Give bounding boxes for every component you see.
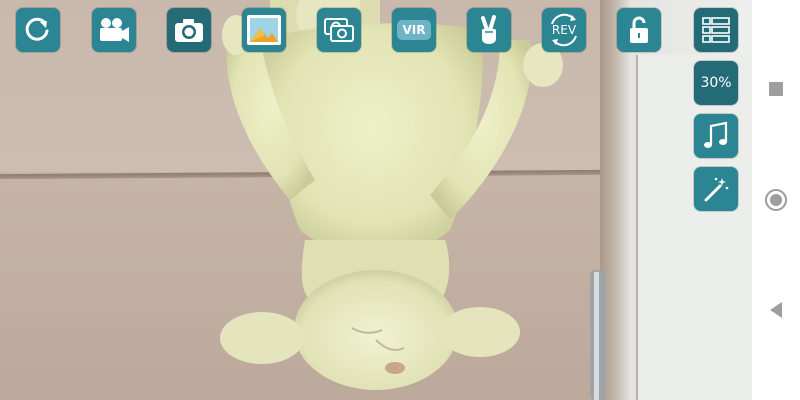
- image-icon: [247, 15, 281, 45]
- vr-icon: VIR: [397, 20, 431, 40]
- gallery-button[interactable]: [242, 8, 286, 52]
- refresh-icon: [25, 17, 49, 41]
- circle-icon: [765, 189, 787, 211]
- music-note-icon: [704, 121, 728, 148]
- record-video-button[interactable]: [92, 8, 136, 52]
- nav-recents-button[interactable]: [752, 65, 800, 113]
- camera-feed: [0, 0, 752, 400]
- dual-camera-icon: [324, 18, 354, 42]
- reverse-label: REV: [551, 23, 577, 37]
- victory-hand-icon: [481, 15, 496, 44]
- system-navigation-bar: [752, 0, 800, 400]
- take-photo-button[interactable]: [167, 8, 211, 52]
- refresh-button[interactable]: [16, 8, 60, 52]
- zoom-level-label: 30%: [700, 75, 732, 91]
- zoom-level-button[interactable]: 30%: [694, 61, 738, 105]
- reverse-button[interactable]: REV: [542, 8, 586, 52]
- plush-toy-image: [220, 0, 606, 400]
- vr-button[interactable]: VIR: [392, 8, 436, 52]
- lock-button[interactable]: [617, 8, 661, 52]
- list-menu-icon: [702, 17, 730, 43]
- dual-camera-button[interactable]: [317, 8, 361, 52]
- magic-wand-icon: [704, 177, 729, 202]
- nav-back-button[interactable]: [752, 286, 800, 334]
- video-camera-icon: [100, 18, 129, 42]
- nav-home-button[interactable]: [752, 176, 800, 224]
- vr-label: VIR: [402, 23, 426, 37]
- camera-icon: [175, 19, 203, 42]
- menu-button[interactable]: [694, 8, 738, 52]
- unlock-icon: [630, 16, 648, 43]
- triangle-back-icon: [770, 302, 782, 318]
- gesture-button[interactable]: [467, 8, 511, 52]
- square-icon: [769, 82, 783, 96]
- music-button[interactable]: [694, 114, 738, 158]
- effects-button[interactable]: [694, 167, 738, 211]
